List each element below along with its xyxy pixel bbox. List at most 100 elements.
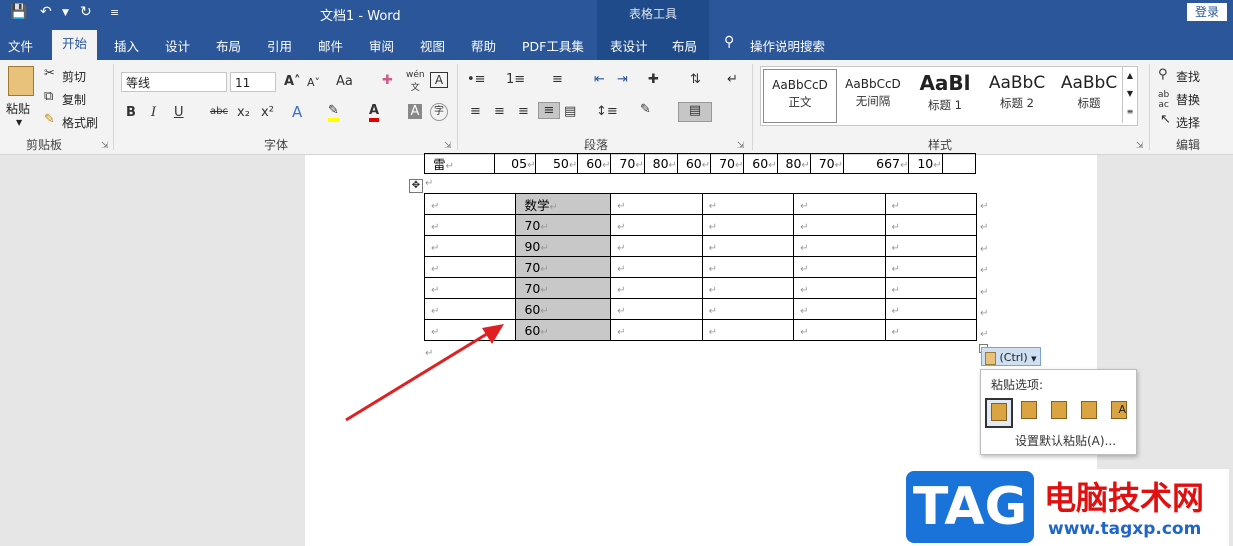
enclose-char-icon[interactable]: 字 <box>430 103 448 121</box>
table-cell[interactable]: ↵ <box>793 298 886 320</box>
sort-icon[interactable]: ⇅ <box>690 72 701 87</box>
change-case-icon[interactable]: Aa <box>336 74 353 89</box>
table-cell[interactable]: ↵ <box>610 298 703 320</box>
table-cell[interactable]: ↵ <box>884 319 978 341</box>
table-cell[interactable]: ↵ <box>701 277 795 299</box>
subscript-icon[interactable]: x₂ <box>237 105 250 120</box>
login-button[interactable]: 登录 <box>1187 3 1227 21</box>
table-cell[interactable]: ↵ <box>793 319 886 341</box>
distributed-icon[interactable]: ▤ <box>564 104 576 119</box>
table-cell-selected[interactable]: 70↵ <box>515 277 612 299</box>
table-cell[interactable]: ↵ <box>423 256 517 278</box>
paste-nest-table-icon[interactable] <box>985 398 1013 428</box>
paste-insert-rows-icon[interactable] <box>1047 398 1071 424</box>
char-shading-icon[interactable]: A <box>408 104 422 119</box>
paste-button[interactable]: 粘贴 ▼ <box>4 64 38 134</box>
table-cell[interactable]: ↵ <box>610 214 703 236</box>
text-effects-icon[interactable]: A <box>292 103 302 121</box>
table-cell[interactable]: ↵ <box>884 298 978 320</box>
numbering-icon[interactable]: 1≡ <box>506 72 525 87</box>
tab-mailings[interactable]: 邮件 <box>318 36 343 55</box>
tab-pdf-tools[interactable]: PDF工具集 <box>522 36 584 55</box>
table-cell[interactable]: ↵ <box>884 256 978 278</box>
table-cell[interactable]: ↵ <box>423 193 517 215</box>
customize-qat-icon[interactable]: ≡ <box>110 6 119 19</box>
decrease-indent-icon[interactable]: ⇤ <box>594 72 605 87</box>
table-cell[interactable]: ↵ <box>884 193 978 215</box>
table-cell[interactable]: ↵ <box>793 193 886 215</box>
table-cell[interactable]: 80↵ <box>776 153 811 174</box>
table-cell[interactable]: ↵ <box>701 319 795 341</box>
table-cell[interactable]: 80↵ <box>643 153 678 174</box>
replace-button[interactable]: 替换 <box>1176 91 1200 108</box>
chinese-layout-icon[interactable]: ✚ <box>648 72 659 87</box>
table-cell[interactable]: 60↵ <box>676 153 712 174</box>
phonetic-guide-icon[interactable]: wén 文 <box>406 70 425 93</box>
table-cell[interactable]: ↵ <box>701 298 795 320</box>
table-cell[interactable]: ↵ <box>610 319 703 341</box>
select-button[interactable]: 选择 <box>1176 114 1200 131</box>
borders-icon[interactable]: ▤ <box>678 102 712 122</box>
format-painter-button[interactable]: 格式刷 <box>62 114 98 131</box>
font-name-field[interactable]: 等线 <box>121 72 227 92</box>
table-cell[interactable]: 667↵ <box>843 153 910 174</box>
copy-button[interactable]: 复制 <box>62 91 86 108</box>
undo-icon[interactable]: ↶ <box>40 4 52 20</box>
table-cell[interactable]: ↵ <box>793 235 886 257</box>
table-cell-selected[interactable]: 60↵ <box>515 319 612 341</box>
tab-insert[interactable]: 插入 <box>114 36 139 55</box>
align-right-icon[interactable]: ≡ <box>518 104 529 119</box>
table-cell[interactable]: ↵ <box>610 193 703 215</box>
table-cell[interactable]: 70↵ <box>710 153 745 174</box>
dialog-launcher-icon[interactable]: ⇲ <box>101 141 109 151</box>
font-size-field[interactable]: 11 <box>230 72 276 92</box>
clear-format-icon[interactable]: ✚ <box>382 73 393 88</box>
paste-text-only-icon[interactable]: A <box>1107 398 1131 424</box>
table-cell[interactable]: ↵ <box>701 256 795 278</box>
strikethrough-icon[interactable]: abc <box>210 106 228 117</box>
superscript-icon[interactable]: x² <box>261 105 274 120</box>
grow-font-icon[interactable]: A˄ <box>284 74 301 89</box>
table-cell[interactable]: ↵ <box>423 298 517 320</box>
tab-design[interactable]: 设计 <box>165 36 190 55</box>
undo-dropdown-icon[interactable]: ▼ <box>62 8 69 18</box>
tab-table-layout[interactable]: 布局 <box>672 36 697 55</box>
table-cell[interactable]: ↵ <box>793 256 886 278</box>
table-cell[interactable]: 雷↵ <box>424 153 495 174</box>
underline-icon[interactable]: U <box>174 105 184 120</box>
tab-help[interactable]: 帮助 <box>471 36 496 55</box>
table-cell[interactable]: 10↵ <box>908 153 943 174</box>
table-cell[interactable]: ↵ <box>610 256 703 278</box>
char-border-icon[interactable]: A <box>430 72 448 88</box>
table-cell[interactable]: 60↵ <box>577 153 612 174</box>
tab-view[interactable]: 视图 <box>420 36 445 55</box>
italic-icon[interactable]: I <box>151 105 156 120</box>
align-left-icon[interactable]: ≡ <box>470 104 481 119</box>
table-cell-selected[interactable]: 数学↵ <box>515 193 612 215</box>
table-cell-selected[interactable]: 70↵ <box>515 214 612 236</box>
dialog-launcher-icon[interactable]: ⇲ <box>737 141 745 151</box>
table-cell[interactable]: 05↵ <box>493 153 537 174</box>
table-cell[interactable]: ↵ <box>701 235 795 257</box>
table-cell-selected[interactable]: 60↵ <box>515 298 612 320</box>
style-title[interactable]: AaBbC 标题 <box>1053 69 1125 121</box>
save-icon[interactable]: 💾 <box>10 4 27 20</box>
dialog-launcher-icon[interactable]: ⇲ <box>444 141 452 151</box>
table-cell[interactable]: ↵ <box>423 214 517 236</box>
find-button[interactable]: 查找 <box>1176 68 1200 85</box>
paste-merge-table-icon[interactable] <box>1017 398 1041 424</box>
style-no-spacing[interactable]: AaBbCcD 无间隔 <box>837 69 909 121</box>
font-color-icon[interactable]: A <box>369 103 380 122</box>
align-center-icon[interactable]: ≡ <box>494 104 505 119</box>
cut-button[interactable]: 剪切 <box>62 68 86 85</box>
table-cell-selected[interactable]: 70↵ <box>515 256 612 278</box>
styles-gallery[interactable]: AaBbCcD 正文 AaBbCcD 无间隔 AaBl 标题 1 AaBbC 标… <box>760 66 1138 126</box>
highlight-icon[interactable]: ✎ <box>328 103 339 122</box>
previous-table[interactable]: 雷↵ 05↵ 50↵ 60↵ 70↵ 80↵ 60↵ 70↵ 60↵ 80↵ 7… <box>424 153 977 174</box>
table-cell[interactable]: ↵ <box>423 235 517 257</box>
redo-icon[interactable]: ↻ <box>80 4 92 20</box>
table-cell-selected[interactable]: 90↵ <box>515 235 612 257</box>
multilevel-list-icon[interactable]: ≡ <box>552 72 563 87</box>
table-cell[interactable]: 70↵ <box>809 153 845 174</box>
table-cell[interactable]: 70↵ <box>610 153 645 174</box>
